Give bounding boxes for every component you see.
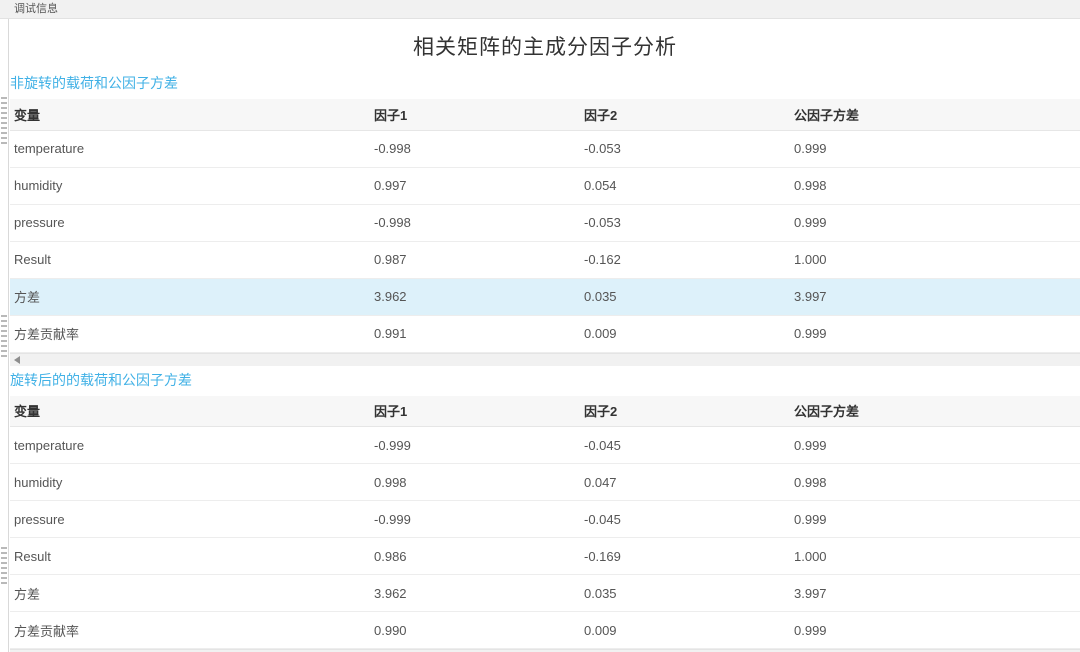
column-header-communality: 公因子方差: [790, 99, 1080, 130]
table-row: temperature -0.999 -0.045 0.999: [10, 427, 1080, 464]
cell-variable: Result: [10, 538, 370, 575]
cell-factor2: 0.009: [580, 315, 790, 352]
cell-factor2: -0.045: [580, 501, 790, 538]
clipped-text-fragment: [1, 315, 7, 359]
section-link-rotated-loadings[interactable]: 旋转后的的载荷和公因子方差: [10, 370, 1080, 390]
cell-factor2: 0.047: [580, 464, 790, 501]
cell-variable: 方差贡献率: [10, 315, 370, 352]
section-link-unrotated-loadings[interactable]: 非旋转的载荷和公因子方差: [10, 73, 1080, 93]
cell-communality: 0.998: [790, 464, 1080, 501]
cell-factor1: 0.987: [370, 241, 580, 278]
cell-factor1: 3.962: [370, 575, 580, 612]
rotated-loadings-table: 变量 因子1 因子2 公因子方差 temperature -0.999 -0.0…: [10, 396, 1080, 650]
debug-info-bar: 调试信息: [0, 0, 1080, 19]
cell-factor1: -0.998: [370, 204, 580, 241]
column-header-factor2: 因子2: [580, 99, 790, 130]
table-row-variance-contribution: 方差贡献率 0.991 0.009 0.999: [10, 315, 1080, 352]
cell-communality: 1.000: [790, 538, 1080, 575]
table-header-row: 变量 因子1 因子2 公因子方差: [10, 396, 1080, 427]
cell-factor2: 0.035: [580, 278, 790, 315]
column-header-communality: 公因子方差: [790, 396, 1080, 427]
cell-variable: 方差: [10, 575, 370, 612]
cell-communality: 0.999: [790, 501, 1080, 538]
cell-factor1: -0.998: [370, 130, 580, 167]
cell-factor1: 0.998: [370, 464, 580, 501]
column-header-variable: 变量: [10, 99, 370, 130]
cell-factor2: -0.169: [580, 538, 790, 575]
scroll-left-arrow-icon[interactable]: [14, 356, 20, 364]
column-header-factor1: 因子1: [370, 396, 580, 427]
cell-factor1: -0.999: [370, 427, 580, 464]
cell-factor1: 0.990: [370, 612, 580, 649]
table-row: Result 0.987 -0.162 1.000: [10, 241, 1080, 278]
cell-variable: pressure: [10, 501, 370, 538]
cell-variable: 方差: [10, 278, 370, 315]
cell-factor1: 0.997: [370, 167, 580, 204]
page-title: 相关矩阵的主成分因子分析: [10, 19, 1080, 71]
cell-communality: 0.998: [790, 167, 1080, 204]
cell-communality: 3.997: [790, 575, 1080, 612]
unrotated-loadings-table: 变量 因子1 因子2 公因子方差 temperature -0.998 -0.0…: [10, 99, 1080, 353]
cell-factor2: 0.054: [580, 167, 790, 204]
table-row: humidity 0.997 0.054 0.998: [10, 167, 1080, 204]
table-row-variance: 方差 3.962 0.035 3.997: [10, 575, 1080, 612]
clipped-text-fragment: [1, 547, 7, 587]
column-header-factor2: 因子2: [580, 396, 790, 427]
cell-factor2: -0.162: [580, 241, 790, 278]
cell-variable: pressure: [10, 204, 370, 241]
table-row: humidity 0.998 0.047 0.998: [10, 464, 1080, 501]
cell-factor1: 0.991: [370, 315, 580, 352]
cell-variable: 方差贡献率: [10, 612, 370, 649]
table-row: pressure -0.999 -0.045 0.999: [10, 501, 1080, 538]
cell-communality: 0.999: [790, 204, 1080, 241]
clipped-text-fragment: [1, 97, 7, 145]
table-row: pressure -0.998 -0.053 0.999: [10, 204, 1080, 241]
cell-communality: 0.999: [790, 315, 1080, 352]
cell-communality: 0.999: [790, 612, 1080, 649]
cell-factor2: 0.035: [580, 575, 790, 612]
table-row: Result 0.986 -0.169 1.000: [10, 538, 1080, 575]
cell-variable: humidity: [10, 167, 370, 204]
table-header-row: 变量 因子1 因子2 公因子方差: [10, 99, 1080, 130]
table-row: temperature -0.998 -0.053 0.999: [10, 130, 1080, 167]
cell-communality: 3.997: [790, 278, 1080, 315]
cell-factor2: -0.053: [580, 204, 790, 241]
cell-communality: 1.000: [790, 241, 1080, 278]
cell-factor1: -0.999: [370, 501, 580, 538]
cell-factor2: -0.053: [580, 130, 790, 167]
output-frame: 相关矩阵的主成分因子分析 非旋转的载荷和公因子方差 变量 因子1 因子2 公因子…: [0, 19, 1080, 652]
cell-variable: temperature: [10, 427, 370, 464]
cell-factor1: 0.986: [370, 538, 580, 575]
cell-variable: humidity: [10, 464, 370, 501]
cell-communality: 0.999: [790, 427, 1080, 464]
window-title: 调试信息: [14, 3, 58, 15]
cell-variable: temperature: [10, 130, 370, 167]
clipped-sidebar-strip: [0, 19, 9, 652]
cell-communality: 0.999: [790, 130, 1080, 167]
table-row-variance-contribution: 方差贡献率 0.990 0.009 0.999: [10, 612, 1080, 649]
column-header-factor1: 因子1: [370, 99, 580, 130]
table-row-variance: 方差 3.962 0.035 3.997: [10, 278, 1080, 315]
cell-factor2: 0.009: [580, 612, 790, 649]
horizontal-scrollbar[interactable]: [10, 353, 1080, 366]
cell-variable: Result: [10, 241, 370, 278]
cell-factor2: -0.045: [580, 427, 790, 464]
report-content: 相关矩阵的主成分因子分析 非旋转的载荷和公因子方差 变量 因子1 因子2 公因子…: [0, 19, 1080, 652]
column-header-variable: 变量: [10, 396, 370, 427]
cell-factor1: 3.962: [370, 278, 580, 315]
